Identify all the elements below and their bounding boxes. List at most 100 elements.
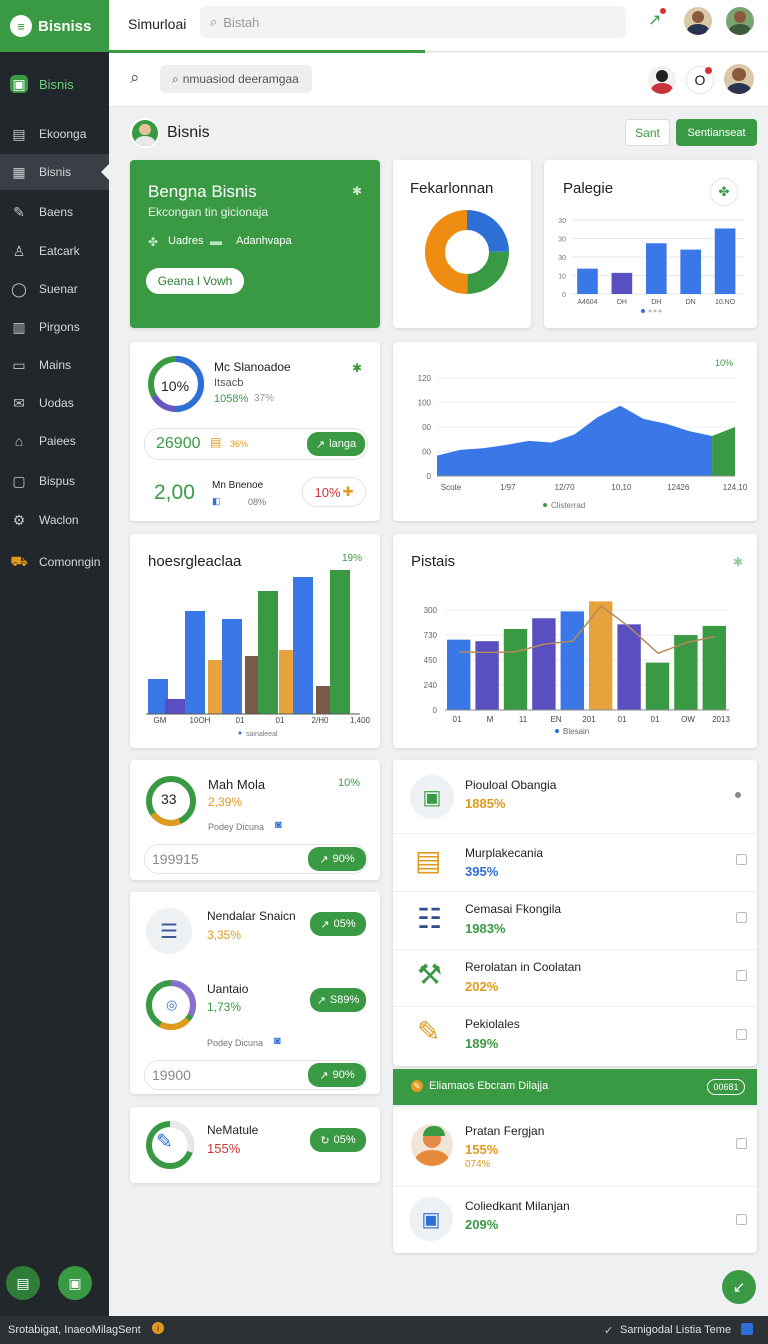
status-bar: Srotabigat, InaeoMilagSent i ✓ Sarnigoda…	[0, 1316, 768, 1344]
row-checkbox[interactable]	[736, 1138, 747, 1149]
stats-title: Mc Slanoadoe	[214, 360, 291, 374]
star-icon[interactable]: ✱	[352, 184, 362, 198]
row-checkbox[interactable]	[736, 1029, 747, 1040]
x-tick-label: 1/97	[500, 483, 516, 492]
sidebar-item-ekoonga[interactable]: ▤ Ekoonga	[0, 116, 109, 152]
list-row-3[interactable]: ☷ Cemasai Fkongila 1983%	[393, 892, 757, 949]
sidebar-item-paiees[interactable]: ⌂ Paiees	[0, 423, 109, 459]
sidebar-item-bispus[interactable]: ▢ Bispus	[0, 463, 109, 499]
bar	[330, 570, 350, 714]
sidebar-item-eatcark[interactable]: ♙ Eatcark	[0, 233, 109, 269]
mail-icon: ✉	[13, 394, 25, 411]
list-row-2[interactable]: ▤ Murplakecania 395%	[393, 834, 757, 891]
ring-icon[interactable]: O	[686, 66, 714, 94]
mah-ring-value: 33	[161, 791, 177, 807]
row1-button[interactable]: ↗ langa	[307, 432, 365, 456]
donut-chart	[425, 210, 509, 294]
sub-search-input[interactable]: ⌕ nmuasiod deeramgaa	[160, 65, 312, 93]
list-value: 395%	[465, 864, 499, 879]
mah-corner: 10%	[338, 777, 361, 789]
sidebar-action-button[interactable]: ▤	[6, 1266, 40, 1300]
mah-button-label: 90%	[332, 853, 355, 865]
person-avatar	[409, 1122, 455, 1168]
mah-title: Mah Mola	[208, 777, 266, 792]
star-icon[interactable]: ✱	[352, 361, 362, 375]
list-title: Pekiolales	[465, 1017, 520, 1031]
sidebar-item-label: Suenar	[39, 282, 78, 296]
row-checkbox[interactable]	[736, 970, 747, 981]
y-tick-label: 450	[424, 656, 438, 665]
contact-avatar[interactable]	[646, 64, 678, 96]
trend-icon[interactable]: ↗	[648, 10, 661, 30]
user-avatar[interactable]	[682, 5, 714, 37]
bars-chart: GM 10OH 01 01 2/H0 1,400 sainaleeal	[146, 570, 371, 738]
more-dot[interactable]	[735, 792, 741, 798]
y-tick-label: 100	[418, 399, 432, 408]
legend-label: sainaleeal	[246, 731, 278, 738]
sidebar-header[interactable]: ▣ Bisnis	[0, 66, 109, 102]
briefcase-icon: ▤	[415, 845, 442, 876]
ne-button[interactable]: ↻ 05%	[310, 1128, 366, 1152]
sidebar-item-label: Eatcark	[39, 244, 80, 258]
row-checkbox[interactable]	[736, 854, 747, 865]
status-square[interactable]	[741, 1323, 753, 1335]
search-icon[interactable]: ⌕	[130, 68, 140, 88]
app-title: Simurloai	[128, 16, 187, 32]
bag-icon: ▦	[12, 163, 26, 180]
list-row-5[interactable]: ✎ Pekiolales 189%	[393, 1007, 757, 1065]
page-avatar	[130, 118, 160, 148]
floating-action-button[interactable]: ↙	[722, 1270, 756, 1304]
mah-button[interactable]: ↗ 90%	[308, 847, 366, 871]
y-tick-label: 300	[424, 606, 438, 615]
star-icon[interactable]: ✱	[733, 555, 743, 569]
brand-label: Bisniss	[38, 17, 92, 35]
checklist-icon: ☰	[146, 908, 192, 954]
row2-badge[interactable]: 10% ✚	[302, 477, 366, 507]
leaf-icon[interactable]: ✤	[710, 178, 738, 206]
nend-button-2-label: S89%	[329, 994, 360, 1006]
sidebar-item-uodas[interactable]: ✉ Uodas	[0, 385, 109, 421]
sidebar-action-button-2[interactable]: ▣	[58, 1266, 92, 1300]
sidebar-item-mains[interactable]: ▭ Mains	[0, 347, 109, 383]
sidebar-item-comonngin[interactable]: ⛟ Comonngin	[0, 544, 109, 580]
row1-value: 26900	[156, 435, 201, 452]
sidebar-item-waclon[interactable]: ⚙ Waclon	[0, 502, 109, 538]
banner[interactable]: ✎ Eliamaos Ebcram Dilajja 00681	[393, 1069, 757, 1105]
search-input[interactable]: ⌕ Bistah	[200, 6, 626, 38]
status-dot: i	[152, 1322, 164, 1334]
nend-button-3[interactable]: ↗ 90%	[308, 1063, 366, 1087]
user-avatar-2[interactable]	[724, 5, 756, 37]
list2-row-1[interactable]: Pratan Fergjan 155% 074%	[393, 1108, 757, 1186]
list-row-4[interactable]: ⚒ Rerolatan in Coolatan 202%	[393, 950, 757, 1006]
sidebar-item-bisnis[interactable]: ▦ Bisnis	[0, 154, 109, 190]
list-row-1[interactable]: ▣ Piouloal Obangia 1885%	[393, 760, 757, 833]
building-icon: ▤	[16, 1274, 30, 1291]
nend-button-1[interactable]: ↗ 05%	[310, 912, 366, 936]
sidebar-item-suenar[interactable]: ◯ Suenar	[0, 271, 109, 307]
tray-icon: ▭	[12, 356, 26, 373]
brand[interactable]: ≡ Bisniss	[0, 0, 109, 52]
list2-row-2[interactable]: ▣ Coliedkant Milanjan 209%	[393, 1187, 757, 1251]
bisnis-icon: ▣	[10, 75, 28, 93]
list-title: Rerolatan in Coolatan	[465, 960, 582, 974]
primary-button[interactable]: Sentianseat	[676, 119, 757, 146]
bar	[645, 662, 670, 710]
list2-title: Coliedkant Milanjan	[465, 1199, 570, 1213]
row2-pct: 08%	[248, 497, 267, 507]
hero-button[interactable]: Geana l Vowh	[146, 268, 244, 294]
row-checkbox[interactable]	[736, 912, 747, 923]
contact-avatar-2[interactable]	[722, 62, 756, 96]
sidebar-item-pirgons[interactable]: ▥ Pirgons	[0, 309, 109, 345]
nend-pct: 3,35%	[207, 928, 242, 942]
palegie-card: Palegie ✤ 30 30 30 10 0 A4604 DH DH DN 10.NO	[544, 160, 757, 328]
sidebar-item-baens[interactable]: ✎ Baens	[0, 194, 109, 230]
nend-button-2[interactable]: ↗ S89%	[310, 988, 366, 1012]
sidebar: ▣ Bisnis ▤ Ekoonga ▦ Bisnis ✎ Baens ♙ Eatcar…	[0, 52, 109, 1316]
banner-button[interactable]: 00681	[707, 1079, 745, 1095]
bar	[222, 619, 242, 714]
secondary-button[interactable]: Sant	[625, 119, 670, 146]
ne-pct: 155%	[207, 1141, 241, 1156]
sidebar-item-label: Pirgons	[39, 320, 80, 334]
row-checkbox[interactable]	[736, 1214, 747, 1225]
status-right: Sarnigodal Listia Teme	[620, 1324, 732, 1336]
